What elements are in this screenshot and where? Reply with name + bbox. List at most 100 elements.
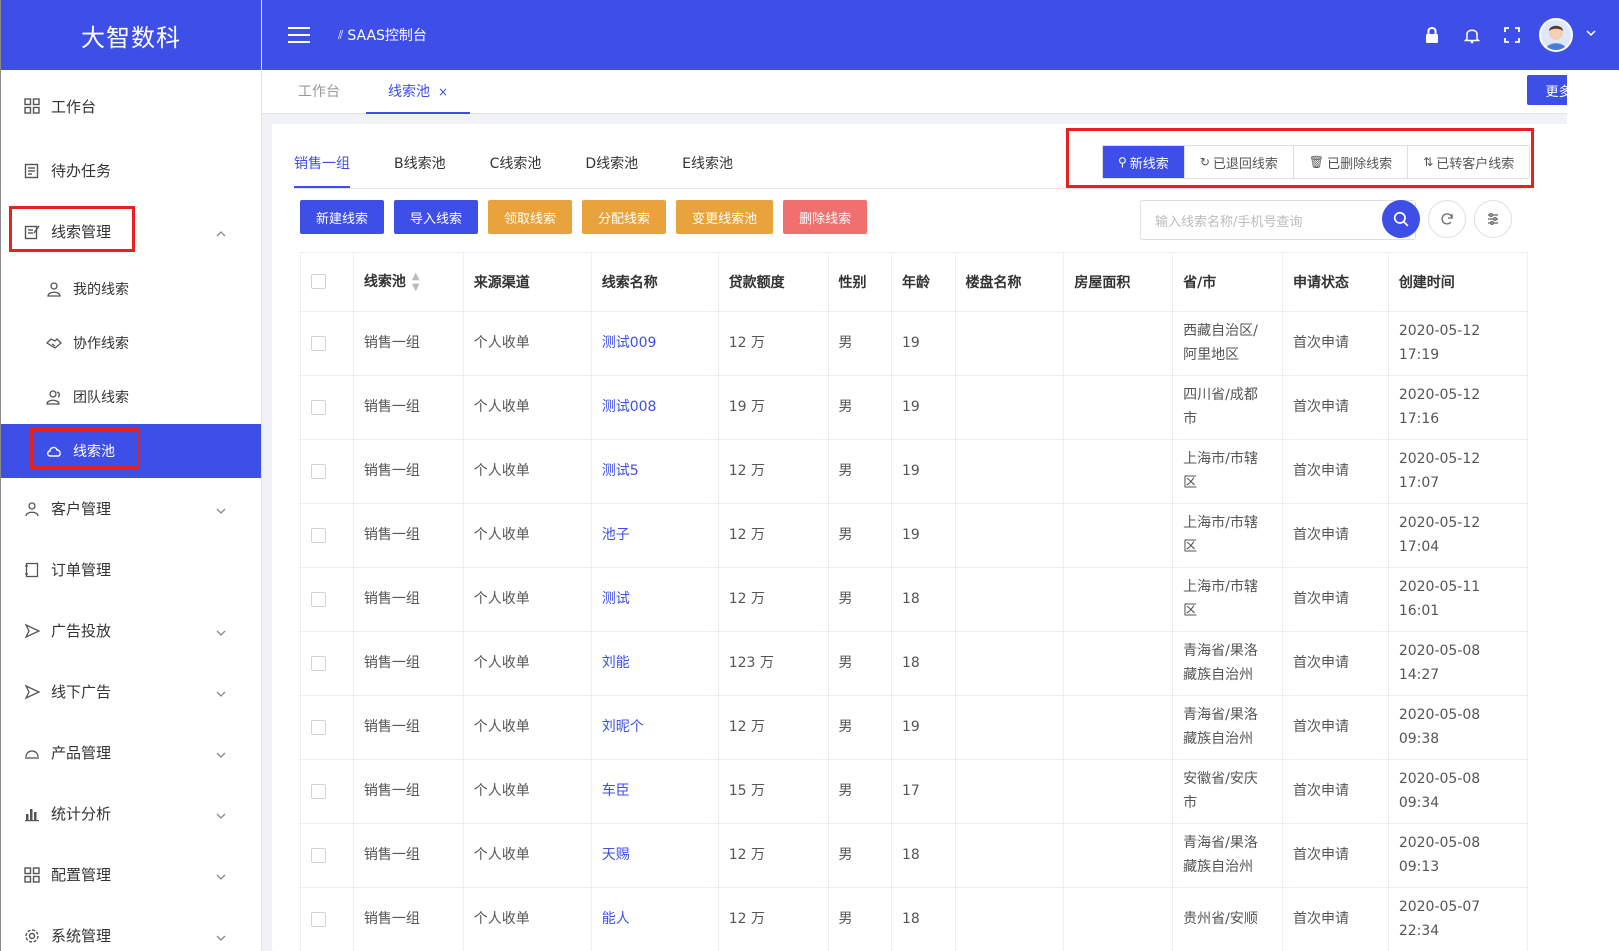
subtab-e-pool[interactable]: E线索池	[682, 152, 733, 188]
delete-lead-button[interactable]: 删除线索	[783, 200, 868, 234]
cell-lead-name[interactable]: 池子	[591, 503, 719, 568]
transfer-icon: ⇅	[1423, 155, 1434, 169]
sidebar-item-todo[interactable]: 待办任务	[1, 140, 261, 201]
cell-lead-name[interactable]: 测试008	[591, 375, 719, 440]
cell-created: 2020-05-11 16:01	[1388, 567, 1527, 632]
change-pool-button[interactable]: 变更线索池	[676, 200, 774, 234]
cell-estate	[955, 887, 1065, 951]
sidebar-item-lead-pool[interactable]: 线索池	[1, 424, 261, 478]
row-checkbox[interactable]	[311, 719, 326, 735]
search-button[interactable]	[1382, 200, 1420, 238]
sidebar-item-config-management[interactable]: 配置管理	[1, 844, 261, 905]
sidebar-item-workbench[interactable]: 工作台	[1, 72, 261, 140]
cell-lead-name[interactable]: 测试5	[591, 439, 719, 504]
select-cell	[301, 631, 354, 696]
header-actions	[1401, 0, 1597, 70]
subtab-b-pool[interactable]: B线索池	[394, 152, 446, 188]
table-row[interactable]: 销售一组 个人收单 测试009 12 万男 19 西藏自治区/阿里地区 首次申请 2020-0…	[301, 311, 1527, 376]
assign-lead-button[interactable]: 分配线索	[582, 200, 667, 234]
sidebar-item-my-leads[interactable]: 我的线索	[1, 262, 261, 316]
row-checkbox[interactable]	[311, 335, 326, 351]
sidebar-item-statistics[interactable]: 统计分析	[1, 783, 261, 844]
region-line: 贵州省/安顺	[1183, 911, 1258, 927]
cell-area	[1063, 311, 1174, 376]
new-lead-button[interactable]: 新建线索	[300, 200, 385, 234]
select-all-checkbox[interactable]	[311, 274, 326, 290]
sidebar-item-collab-leads[interactable]: 协作线索	[1, 316, 261, 370]
select-cell	[301, 823, 354, 888]
claim-lead-button[interactable]: 领取线索	[488, 200, 573, 234]
row-checkbox[interactable]	[311, 399, 326, 415]
search-input[interactable]: 输入线索名称/手机号查询	[1140, 200, 1416, 240]
cell-age: 19	[891, 503, 956, 568]
cell-gender: 男	[828, 503, 893, 568]
table-row[interactable]: 销售一组 个人收单 池子 12 万男 19 上海市/市辖区首次申请 2020-05-12 1…	[301, 503, 1527, 568]
row-checkbox[interactable]	[311, 847, 326, 863]
table-row[interactable]: 销售一组 个人收单 刘昵个 12 万男 19 青海省/果洛 藏族自治州 首次申请 2020-05…	[301, 695, 1527, 760]
view-converted-leads-button[interactable]: ⇅ 已转客户线索	[1407, 146, 1530, 178]
table-row[interactable]: 销售一组 个人收单 刘能 123 万男 18 青海省/果洛 藏族自治州 首次申请 2020-05…	[301, 631, 1527, 696]
cell-lead-name[interactable]: 车臣	[591, 759, 719, 824]
cell-gender: 男	[828, 567, 893, 632]
cell-region: 青海省/果洛 藏族自治州	[1172, 823, 1283, 888]
bell-icon[interactable]	[1463, 26, 1481, 44]
sidebar-item-system-management[interactable]: 系统管理	[1, 905, 261, 951]
subtab-d-pool[interactable]: D线索池	[585, 152, 638, 188]
refresh-button[interactable]	[1428, 200, 1466, 238]
page-tabs: 工作台 线索池 × 更多	[262, 70, 1619, 114]
table-row[interactable]: 销售一组 个人收单 测试 12 万男 18 上海市/市辖区首次申请 2020-05-11 1…	[301, 567, 1527, 632]
view-new-leads-button[interactable]: ⚲ 新线索	[1103, 146, 1184, 178]
row-checkbox[interactable]	[311, 911, 326, 927]
column-header[interactable]: 线索池 ▲ ▼	[353, 253, 464, 312]
cell-gender: 男	[828, 311, 893, 376]
hamburger-menu-icon[interactable]	[288, 27, 310, 43]
cell-amount: 12 万	[718, 823, 829, 888]
sidebar-item-team-leads[interactable]: 团队线索	[1, 370, 261, 424]
table-row[interactable]: 销售一组 个人收单 车臣 15 万男 17 安徽省/安庆市首次申请 2020-05-08 0…	[301, 759, 1527, 824]
cell-lead-name[interactable]: 测试	[591, 567, 719, 632]
sidebar-item-lead-management[interactable]: 线索管理	[1, 201, 261, 262]
column-header: 线索名称	[591, 253, 719, 312]
row-checkbox[interactable]	[311, 783, 326, 799]
sidebar-item-order-management[interactable]: 订单管理	[1, 539, 261, 600]
subtab-c-pool[interactable]: C线索池	[490, 152, 542, 188]
tab-lead-pool[interactable]: 线索池 ×	[366, 70, 471, 114]
sidebar-item-ad-delivery[interactable]: 广告投放	[1, 600, 261, 661]
chevron-up-icon	[215, 226, 227, 244]
cell-status: 首次申请	[1282, 439, 1389, 504]
cell-lead-name[interactable]: 测试009	[591, 311, 719, 376]
close-icon[interactable]: ×	[438, 85, 448, 99]
cell-lead-name[interactable]: 刘昵个	[591, 695, 719, 760]
row-checkbox[interactable]	[311, 655, 326, 671]
cell-created: 2020-05-12 17:16	[1388, 375, 1527, 440]
avatar[interactable]	[1539, 18, 1573, 52]
import-lead-button[interactable]: 导入线索	[394, 200, 479, 234]
filter-settings-button[interactable]	[1474, 200, 1512, 238]
table-row[interactable]: 销售一组 个人收单 能人 12 万男 18 贵州省/安顺 首次申请 2020-05-07 22…	[301, 887, 1527, 951]
row-checkbox[interactable]	[311, 463, 326, 479]
send-icon	[23, 683, 41, 701]
cell-region: 西藏自治区/阿里地区	[1172, 311, 1283, 376]
cell-lead-name[interactable]: 能人	[591, 887, 719, 951]
row-checkbox[interactable]	[311, 527, 326, 543]
sidebar-item-offline-ads[interactable]: 线下广告	[1, 661, 261, 722]
cell-region: 青海省/果洛 藏族自治州	[1172, 631, 1283, 696]
edit-icon	[23, 223, 41, 241]
row-checkbox[interactable]	[311, 591, 326, 607]
view-returned-leads-button[interactable]: ↻ 已退回线索	[1183, 146, 1293, 178]
lock-icon[interactable]	[1423, 26, 1441, 44]
subtab-sales-group-1[interactable]: 销售一组	[294, 152, 350, 188]
tab-workbench[interactable]: 工作台	[298, 70, 340, 114]
table-row[interactable]: 销售一组 个人收单 天赐 12 万男 18 青海省/果洛 藏族自治州 首次申请 2020-05-…	[301, 823, 1527, 888]
view-deleted-leads-button[interactable]: 🗑 已删除线索	[1292, 146, 1408, 178]
team-icon	[45, 388, 63, 406]
sort-icon[interactable]: ▲ ▼	[412, 271, 420, 293]
chevron-down-icon[interactable]	[1585, 27, 1597, 43]
fullscreen-icon[interactable]	[1503, 26, 1521, 44]
table-row[interactable]: 销售一组 个人收单 测试008 19 万男 19 四川省/成都市首次申请 2020-05-1…	[301, 375, 1527, 440]
table-row[interactable]: 销售一组 个人收单 测试5 12 万男 19 上海市/市辖区首次申请 2020-05-12 …	[301, 439, 1527, 504]
cell-lead-name[interactable]: 天赐	[591, 823, 719, 888]
sidebar-item-product-management[interactable]: 产品管理	[1, 722, 261, 783]
sidebar-item-customer-management[interactable]: 客户管理	[1, 478, 261, 539]
cell-lead-name[interactable]: 刘能	[591, 631, 719, 696]
